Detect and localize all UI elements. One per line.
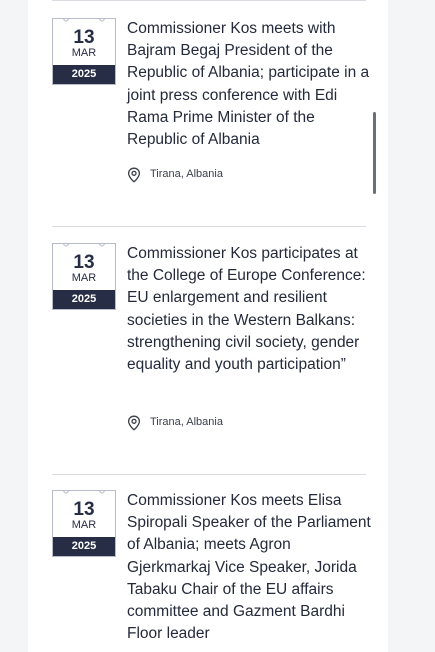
date-day: 13 xyxy=(73,252,95,273)
location-pin-icon xyxy=(127,415,141,431)
event-divider xyxy=(52,226,366,227)
date-day: 13 xyxy=(73,27,95,48)
location-text: Tirana, Albania xyxy=(150,168,223,180)
event-divider xyxy=(52,474,366,475)
scrollbar-thumb[interactable] xyxy=(373,112,376,194)
calendar-rings-icon xyxy=(53,243,115,247)
location-text: Tirana, Albania xyxy=(150,416,223,428)
top-divider xyxy=(52,0,366,1)
date-month: MAR xyxy=(71,47,97,59)
event-card[interactable]: 13 MAR 2025 Commissioner Kos meets Elisa… xyxy=(28,490,388,652)
event-title[interactable]: Commissioner Kos participates at the Col… xyxy=(127,243,372,376)
calendar-rings-icon xyxy=(53,490,115,494)
date-badge: 13 MAR 2025 xyxy=(52,243,116,310)
date-year: 2025 xyxy=(53,290,115,309)
event-card[interactable]: 13 MAR 2025 Commissioner Kos meets with … xyxy=(28,18,388,198)
date-year: 2025 xyxy=(53,65,115,84)
date-month: MAR xyxy=(71,519,97,531)
event-title[interactable]: Commissioner Kos meets with Bajram Begaj… xyxy=(127,18,372,151)
date-year: 2025 xyxy=(53,537,115,556)
events-list-panel: 13 MAR 2025 Commissioner Kos meets with … xyxy=(28,0,388,652)
location-pin-icon xyxy=(127,167,141,183)
date-badge: 13 MAR 2025 xyxy=(52,490,116,557)
date-day: 13 xyxy=(73,499,95,520)
event-title[interactable]: Commissioner Kos meets Elisa Spiropali S… xyxy=(127,490,372,645)
date-badge: 13 MAR 2025 xyxy=(52,18,116,85)
calendar-rings-icon xyxy=(53,18,115,22)
event-card[interactable]: 13 MAR 2025 Commissioner Kos participate… xyxy=(28,243,388,443)
date-month: MAR xyxy=(71,272,97,284)
